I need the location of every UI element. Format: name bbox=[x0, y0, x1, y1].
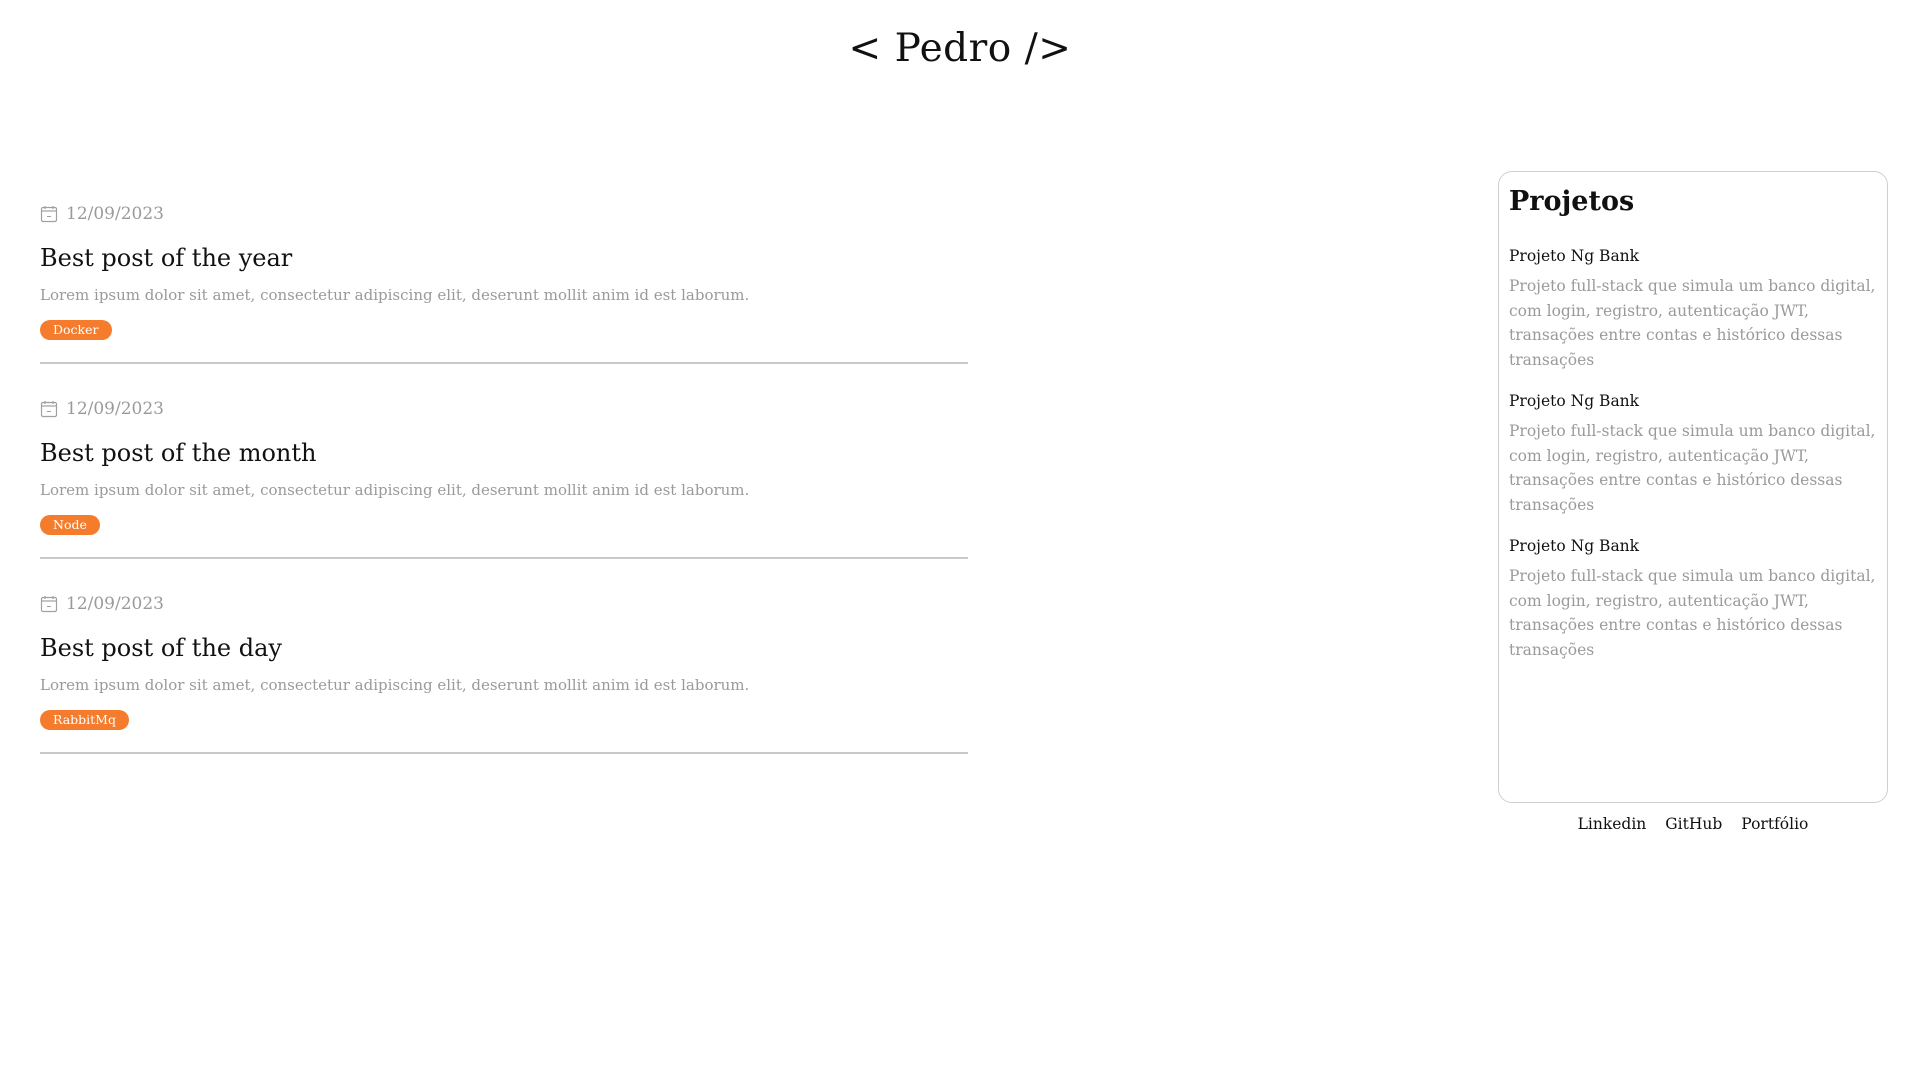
project-name[interactable]: Projeto Ng Bank bbox=[1509, 392, 1877, 410]
project-description: Projeto full-stack que simula um banco d… bbox=[1509, 422, 1876, 514]
project-name[interactable]: Projeto Ng Bank bbox=[1509, 537, 1877, 555]
post-date: 12/09/2023 bbox=[40, 202, 968, 226]
post-tag[interactable]: RabbitMq bbox=[40, 710, 129, 730]
projects-title: Projetos bbox=[1509, 186, 1635, 217]
post-date-text: 12/09/2023 bbox=[66, 204, 164, 224]
project-item[interactable]: Projeto Ng Bank Projeto full-stack que s… bbox=[1509, 247, 1877, 372]
github-link[interactable]: GitHub bbox=[1665, 815, 1722, 833]
post-excerpt: Lorem ipsum dolor sit amet, consectetur … bbox=[40, 286, 750, 304]
portfolio-link[interactable]: Portfólio bbox=[1741, 815, 1808, 833]
project-item[interactable]: Projeto Ng Bank Projeto full-stack que s… bbox=[1509, 537, 1877, 662]
project-description: Projeto full-stack que simula um banco d… bbox=[1509, 277, 1876, 369]
project-name[interactable]: Projeto Ng Bank bbox=[1509, 247, 1877, 265]
calendar-icon bbox=[40, 400, 58, 418]
site-header: < Pedro /> bbox=[0, 26, 1920, 71]
post-list: 12/09/2023 Best post of the year Lorem i… bbox=[40, 202, 968, 787]
post-item: 12/09/2023 Best post of the month Lorem … bbox=[40, 397, 968, 559]
post-title[interactable]: Best post of the year bbox=[40, 244, 968, 274]
calendar-icon bbox=[40, 205, 58, 223]
site-logo[interactable]: < Pedro /> bbox=[849, 26, 1072, 71]
post-excerpt: Lorem ipsum dolor sit amet, consectetur … bbox=[40, 676, 750, 694]
post-item: 12/09/2023 Best post of the year Lorem i… bbox=[40, 202, 968, 364]
linkedin-link[interactable]: Linkedin bbox=[1578, 815, 1647, 833]
post-date-text: 12/09/2023 bbox=[66, 399, 164, 419]
post-item: 12/09/2023 Best post of the day Lorem ip… bbox=[40, 592, 968, 754]
post-date: 12/09/2023 bbox=[40, 397, 968, 421]
social-links: Linkedin GitHub Portfólio bbox=[1498, 815, 1888, 833]
calendar-icon bbox=[40, 595, 58, 613]
post-title[interactable]: Best post of the day bbox=[40, 634, 968, 664]
post-tag[interactable]: Node bbox=[40, 515, 100, 535]
post-excerpt: Lorem ipsum dolor sit amet, consectetur … bbox=[40, 481, 750, 499]
projects-panel: Projetos Projeto Ng Bank Projeto full-st… bbox=[1498, 171, 1888, 803]
post-date: 12/09/2023 bbox=[40, 592, 968, 616]
project-description: Projeto full-stack que simula um banco d… bbox=[1509, 567, 1876, 659]
post-date-text: 12/09/2023 bbox=[66, 594, 164, 614]
project-item[interactable]: Projeto Ng Bank Projeto full-stack que s… bbox=[1509, 392, 1877, 517]
post-tag[interactable]: Docker bbox=[40, 320, 112, 340]
post-title[interactable]: Best post of the month bbox=[40, 439, 968, 469]
